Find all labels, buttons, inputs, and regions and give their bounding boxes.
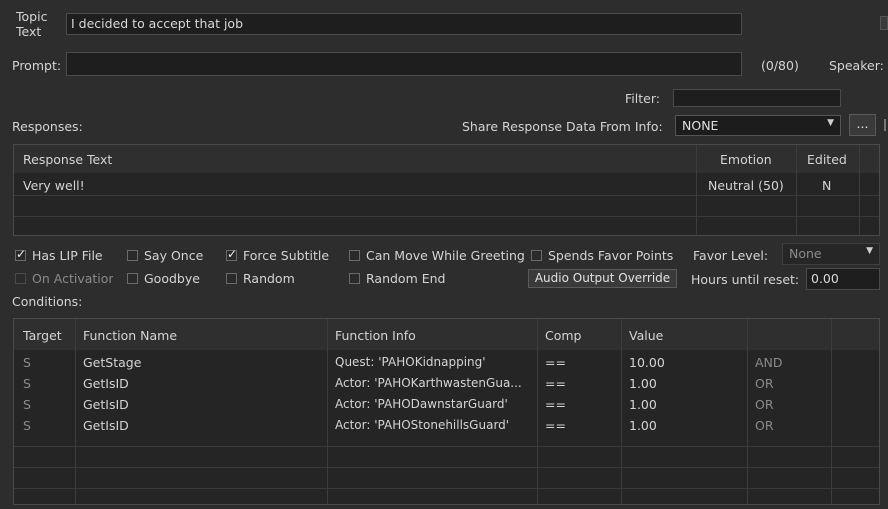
col-response-text[interactable]: Response Text (23, 152, 112, 167)
topic-text-input[interactable]: I decided to accept that job (66, 13, 742, 35)
topic-label-line1: Topic (16, 9, 48, 24)
random-checkbox[interactable]: Random (226, 271, 295, 286)
favor-level-label: Favor Level: (693, 248, 769, 263)
chevron-down-icon: ▼ (866, 246, 873, 256)
checkbox-icon (349, 250, 360, 261)
checkbox-icon (349, 273, 360, 284)
spends-favor-checkbox[interactable]: Spends Favor Points (531, 248, 673, 263)
response-edited-cell: N (822, 178, 832, 193)
response-emotion-cell: Neutral (50) (708, 178, 784, 193)
checkbox-icon (127, 273, 138, 284)
col-value[interactable]: Value (629, 328, 663, 343)
prompt-label: Prompt: (12, 58, 62, 73)
responses-label: Responses: (12, 119, 83, 134)
hours-until-reset-value: 0.00 (811, 271, 839, 286)
col-function-info[interactable]: Function Info (335, 328, 416, 343)
favor-level-value: None (789, 246, 822, 261)
prompt-input[interactable] (66, 52, 742, 76)
has-lip-checkbox[interactable]: Has LIP File (15, 247, 103, 263)
responses-table: Response Text Emotion Edited Very well! … (13, 144, 880, 236)
force-subtitle-checkbox[interactable]: Force Subtitle (226, 247, 329, 263)
edge-marker (884, 119, 886, 131)
on-activation-checkbox[interactable]: On Activation (15, 271, 113, 286)
checkbox-checked-icon (15, 247, 26, 261)
response-text-cell: Very well! (23, 178, 85, 193)
table-row[interactable]: S GetIsID Actor: 'PAHODawnstarGuard' == … (14, 394, 879, 415)
filter-label: Filter: (625, 91, 660, 106)
favor-level-combo[interactable]: None ▼ (782, 243, 880, 265)
conditions-table: Target Function Name Function Info Comp … (13, 318, 880, 505)
speaker-label: Speaker: (829, 58, 884, 73)
conditions-label: Conditions: (12, 294, 83, 309)
topic-side-button[interactable] (880, 16, 888, 30)
col-comp[interactable]: Comp (545, 328, 582, 343)
audio-output-override-button[interactable]: Audio Output Override (528, 269, 677, 288)
share-browse-button[interactable]: ... (849, 114, 876, 136)
table-row[interactable]: S GetStage Quest: 'PAHOKidnapping' == 10… (14, 352, 879, 373)
prompt-char-counter: (0/80) (761, 58, 799, 73)
table-row[interactable]: S GetIsID Actor: 'PAHOStonehillsGuard' =… (14, 415, 879, 436)
col-target[interactable]: Target (23, 328, 62, 343)
col-function-name[interactable]: Function Name (83, 328, 177, 343)
random-end-checkbox[interactable]: Random End (349, 271, 445, 286)
goodbye-checkbox[interactable]: Goodbye (127, 271, 200, 286)
col-emotion[interactable]: Emotion (720, 152, 772, 167)
chevron-down-icon: ▼ (827, 118, 834, 128)
table-row[interactable]: Very well! Neutral (50) N (14, 174, 879, 195)
share-response-combo[interactable]: NONE ▼ (675, 115, 841, 136)
share-response-label: Share Response Data From Info: (462, 119, 663, 134)
checkbox-icon (531, 250, 542, 261)
table-row[interactable]: S GetIsID Actor: 'PAHOKarthwastenGua... … (14, 373, 879, 394)
col-edited[interactable]: Edited (807, 152, 847, 167)
hours-until-reset-label: Hours until reset: (691, 272, 800, 287)
checkbox-icon (226, 273, 237, 284)
say-once-checkbox[interactable]: Say Once (127, 248, 203, 263)
hours-until-reset-input[interactable]: 0.00 (806, 268, 880, 290)
topic-text-value: I decided to accept that job (71, 16, 244, 31)
checkbox-icon (127, 250, 138, 261)
checkbox-icon (15, 273, 26, 284)
topic-label-line2: Text (16, 24, 42, 39)
can-move-checkbox[interactable]: Can Move While Greeting (349, 248, 525, 263)
filter-input[interactable] (673, 89, 841, 107)
topic-text-label: Topic Text (16, 9, 47, 39)
share-response-value: NONE (682, 118, 719, 133)
checkbox-checked-icon (226, 247, 237, 261)
